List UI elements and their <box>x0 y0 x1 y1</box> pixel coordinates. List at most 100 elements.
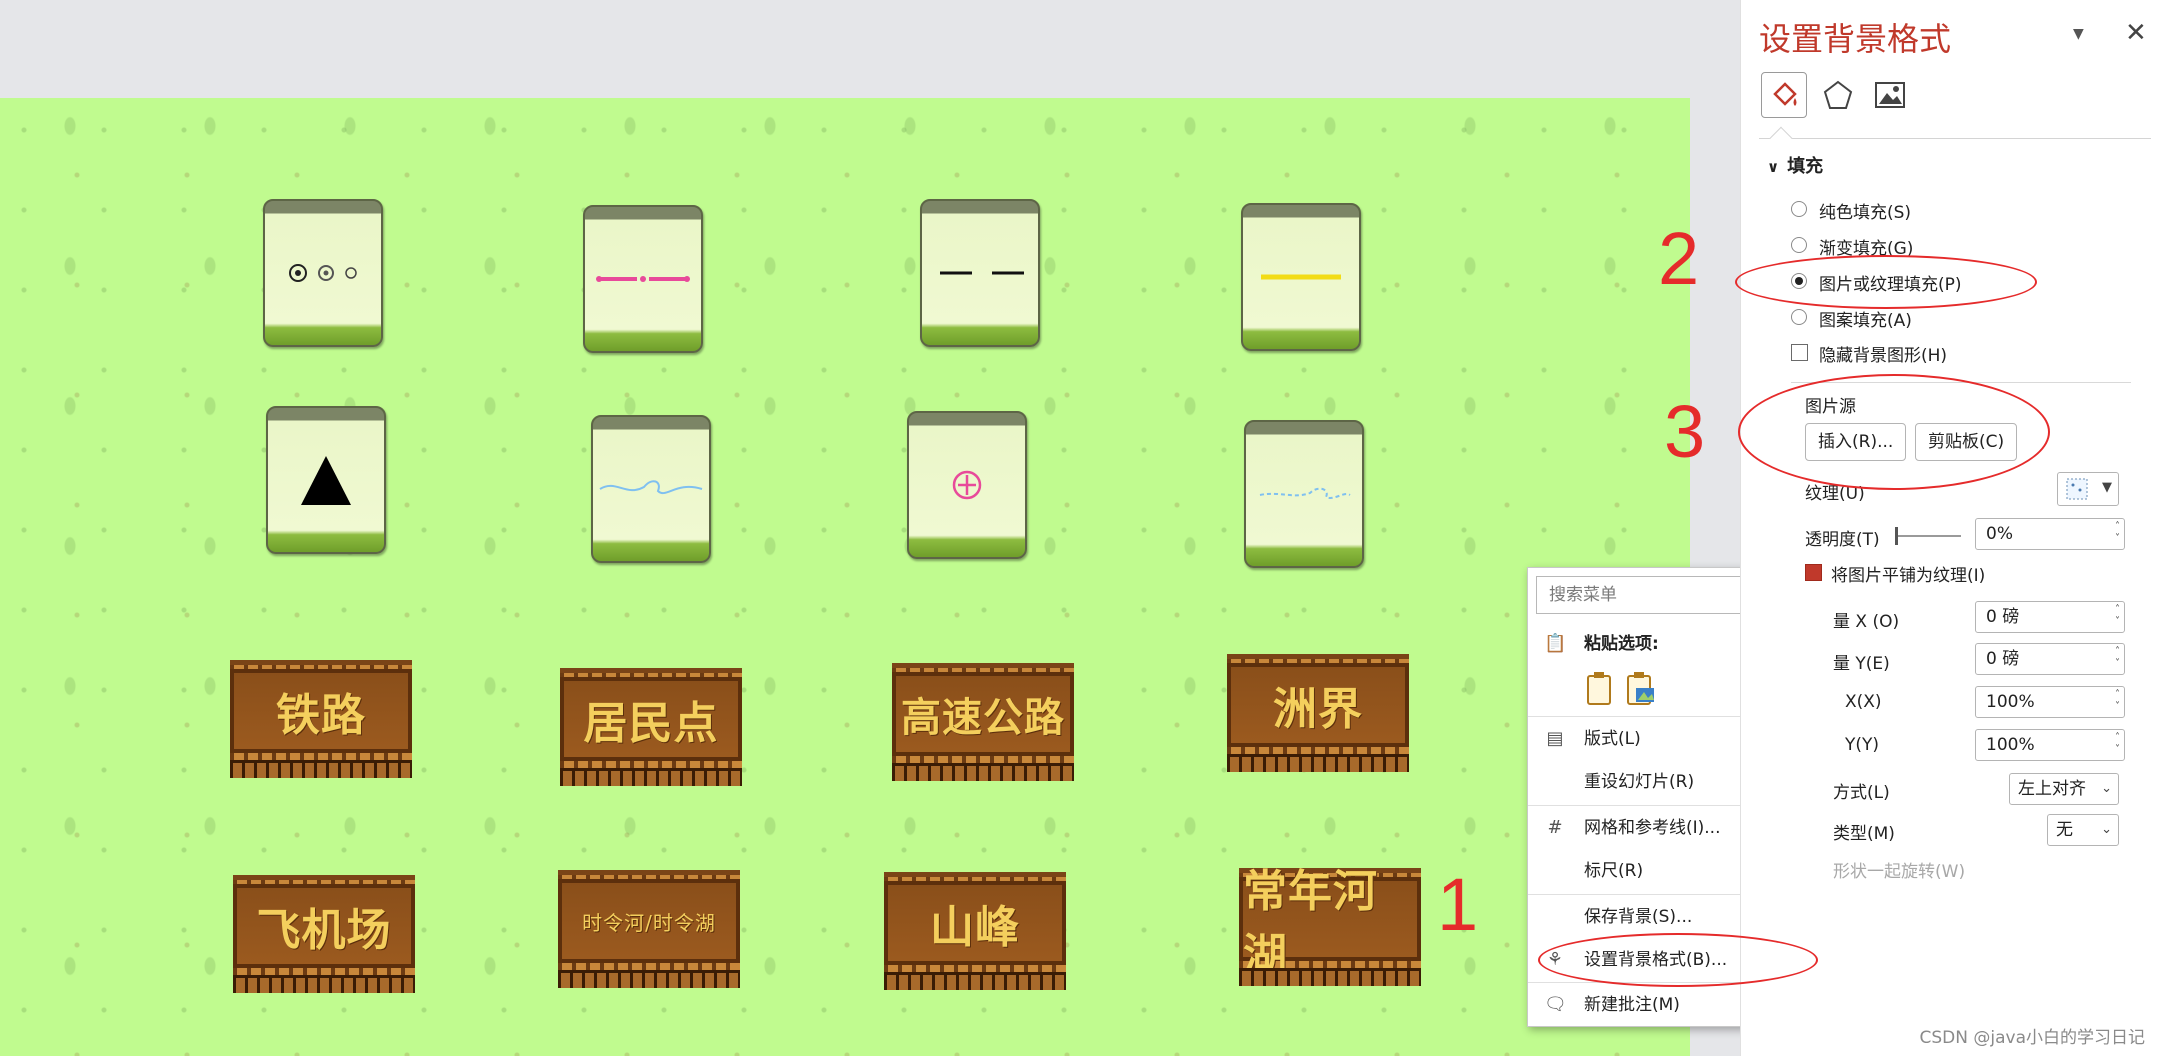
slide-workspace: 铁路 居民点 高速公路 洲界 飞机场 时令河/时令湖 山峰 常年河湖 <box>0 0 1740 1056</box>
alignment-value: 左上对齐 <box>2018 779 2086 799</box>
sign-label: 飞机场 <box>233 884 415 968</box>
tab-fill[interactable] <box>1761 72 1807 118</box>
sign-fence <box>230 760 412 778</box>
dropdown-arrow-icon: ▼ <box>2102 480 2112 495</box>
texture-picker[interactable]: ▼ <box>2057 472 2119 506</box>
pattern-fill-label[interactable]: 图案填充(A) <box>1819 306 1912 331</box>
sign-label: 山峰 <box>884 881 1066 965</box>
tile-black-dashed[interactable] <box>920 199 1040 347</box>
spin-arrows-icon[interactable]: ˄ ˅ <box>2115 604 2120 628</box>
tile-texture-label[interactable]: 将图片平铺为纹理(I) <box>1831 561 1985 586</box>
paste-buttons <box>1584 668 1664 708</box>
offset-x-label: 量 X (O) <box>1833 612 1900 632</box>
paste-options-label: 粘贴选项: <box>1584 634 1659 654</box>
format-background-pane: 设置背景格式 ▼ ✕ ∨ 填充 纯色填充(S) 渐变填充(G) 图片或纹理填充(P… <box>1740 0 2159 1056</box>
menu-item-label: 版式(L) <box>1584 729 1641 749</box>
sign-continent-border[interactable]: 洲界 <box>1227 654 1409 772</box>
offset-y-label: 量 Y(E) <box>1833 654 1890 674</box>
mirror-type-label: 类型(M) <box>1833 824 1895 844</box>
chevron-down-icon: ⌄ <box>2101 781 2112 796</box>
chevron-down-icon: ∨ <box>1767 158 1780 176</box>
mirror-type-select[interactable]: 无 ⌄ <box>2047 814 2119 846</box>
offset-x-value: 0 磅 <box>1986 607 2020 627</box>
spin-arrows-icon[interactable]: ˄ ˅ <box>2115 689 2120 713</box>
transparency-slider[interactable] <box>1895 525 1961 547</box>
transparency-label: 透明度(T) <box>1805 530 1880 550</box>
tab-picture[interactable] <box>1867 72 1913 118</box>
dashed-river-icon <box>1259 487 1351 499</box>
layout-icon: ▤ <box>1546 728 1564 749</box>
paste-icon: 📋 <box>1544 633 1567 654</box>
sign-airport[interactable]: 飞机场 <box>233 875 415 993</box>
sign-settlement[interactable]: 居民点 <box>560 668 742 786</box>
tile-pink-dashed[interactable] <box>583 205 703 353</box>
tile-triangle[interactable] <box>266 406 386 554</box>
spin-arrows-icon[interactable]: ˄ ˅ <box>2115 646 2120 670</box>
hide-background-checkbox[interactable] <box>1791 344 1808 361</box>
alignment-label: 方式(L) <box>1833 783 1890 803</box>
sign-railway[interactable]: 铁路 <box>230 660 412 778</box>
spin-arrows-icon[interactable]: ˄ ˅ <box>2115 732 2120 756</box>
tile-texture-checkbox[interactable] <box>1805 564 1822 581</box>
menu-item-label: 网格和参考线(I)... <box>1584 818 1721 838</box>
step-number-1: 1 <box>1437 863 1479 946</box>
highlight-picture-source <box>1738 374 2050 490</box>
scale-y-input[interactable]: 100% ˄ ˅ <box>1975 729 2125 761</box>
slider-thumb[interactable] <box>1895 527 1898 545</box>
grid-icon: # <box>1547 817 1563 838</box>
yellow-line-icon <box>1261 274 1341 280</box>
dots-symbol-icon <box>289 264 357 282</box>
fill-section-header[interactable]: ∨ 填充 <box>1767 152 1823 178</box>
offset-y-value: 0 磅 <box>1986 649 2020 669</box>
triangle-icon <box>301 455 351 505</box>
sign-label: 时令河/时令湖 <box>558 879 740 963</box>
airport-icon <box>952 470 982 500</box>
pane-close-icon[interactable]: ✕ <box>2125 18 2147 48</box>
tile-dashed-river[interactable] <box>1244 420 1364 568</box>
slider-track <box>1895 535 1961 537</box>
menu-item-label: 保存背景(S)... <box>1584 907 1693 927</box>
black-dashed-line-icon <box>940 271 1024 275</box>
sign-highway[interactable]: 高速公路 <box>892 663 1074 781</box>
offset-x-input[interactable]: 0 磅 ˄ ˅ <box>1975 601 2125 633</box>
tab-underline <box>1759 138 2151 139</box>
tile-dots[interactable] <box>263 199 383 347</box>
tile-blue-river[interactable] <box>591 415 711 563</box>
texture-icon <box>2066 478 2088 500</box>
tile-yellow-line[interactable] <box>1241 203 1361 351</box>
offset-y-input[interactable]: 0 磅 ˄ ˅ <box>1975 643 2125 675</box>
radio-solid-fill[interactable] <box>1791 201 1807 217</box>
pentagon-icon <box>1823 80 1853 109</box>
fill-section-label: 填充 <box>1787 156 1824 177</box>
sign-fence <box>233 975 415 993</box>
hide-background-label[interactable]: 隐藏背景图形(H) <box>1819 341 1947 366</box>
sign-label: 高速公路 <box>892 672 1074 756</box>
sign-perennial-river[interactable]: 常年河湖 <box>1239 866 1421 986</box>
spin-arrows-icon[interactable]: ˄ ˅ <box>2115 521 2120 545</box>
step-number-3: 3 <box>1664 390 1706 473</box>
tab-effects[interactable] <box>1815 72 1861 118</box>
watermark: CSDN @java小白的学习日记 <box>1919 1028 2146 1048</box>
scale-x-input[interactable]: 100% ˄ ˅ <box>1975 686 2125 718</box>
highlight-picture-fill <box>1735 255 2037 309</box>
transparency-input[interactable]: 0% ˄ ˅ <box>1975 518 2125 550</box>
sign-label: 常年河湖 <box>1239 866 1421 981</box>
step-number-2: 2 <box>1658 217 1700 300</box>
sign-fence <box>1227 754 1409 772</box>
sign-label: 铁路 <box>230 669 412 753</box>
picture-icon <box>1875 82 1905 108</box>
comment-icon: 🗨 <box>1544 994 1567 1015</box>
menu-item-label: 重设幻灯片(R) <box>1584 772 1695 792</box>
sign-fence <box>1239 968 1421 986</box>
pane-options-dropdown-icon[interactable]: ▼ <box>2073 26 2084 42</box>
sign-seasonal-river[interactable]: 时令河/时令湖 <box>558 870 740 988</box>
alignment-select[interactable]: 左上对齐 ⌄ <box>2009 773 2119 805</box>
menu-item-label: 标尺(R) <box>1584 861 1644 881</box>
tile-airport[interactable] <box>907 411 1027 559</box>
radio-pattern-fill[interactable] <box>1791 309 1807 325</box>
solid-fill-label[interactable]: 纯色填充(S) <box>1819 198 1911 223</box>
paste-clipboard-icons[interactable] <box>1584 668 1664 708</box>
sign-peak[interactable]: 山峰 <box>884 872 1066 990</box>
tab-caret <box>1769 126 1793 150</box>
radio-gradient-fill[interactable] <box>1791 237 1807 253</box>
